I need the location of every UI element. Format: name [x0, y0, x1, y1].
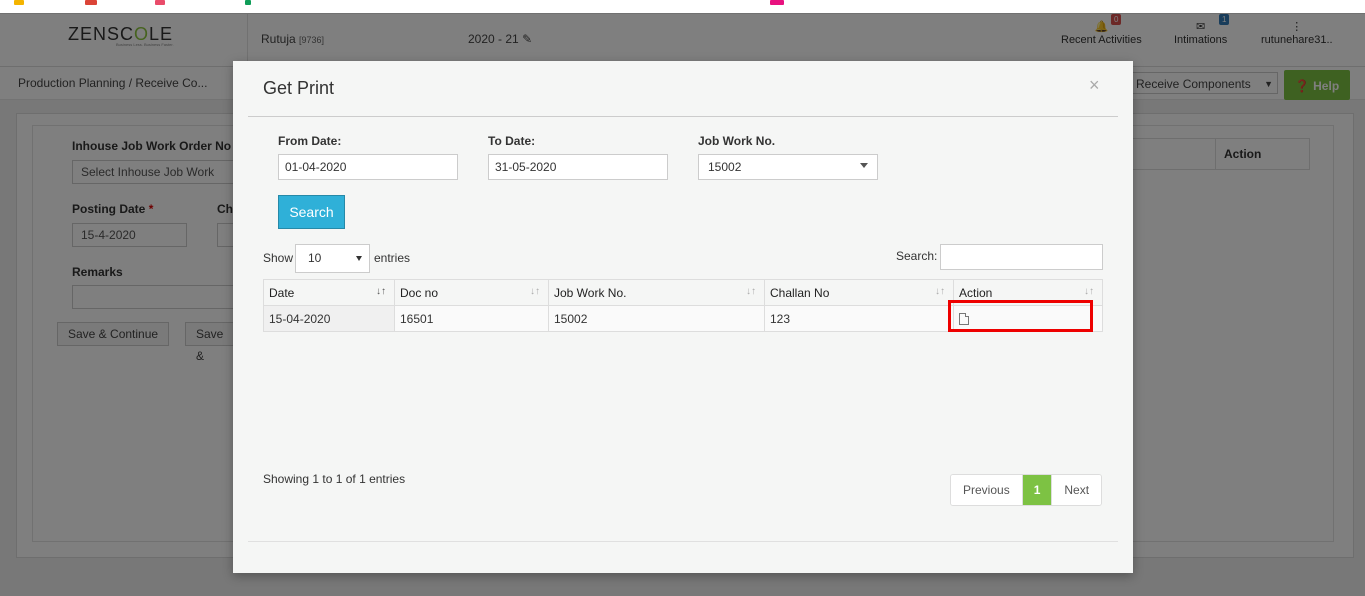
from-date-label: From Date:	[278, 134, 342, 148]
entries-value: 10	[308, 251, 322, 265]
close-icon[interactable]: ×	[1089, 75, 1100, 96]
column-label: Doc no	[400, 285, 439, 300]
cell-challan-no: 123	[764, 305, 954, 332]
entries-select[interactable]: 10	[295, 244, 370, 273]
bookmarks-bar	[0, 0, 1365, 14]
to-date-input[interactable]	[488, 154, 668, 180]
sort-icon: ↓↑	[746, 286, 756, 297]
job-work-value: 15002	[708, 160, 742, 174]
to-date-label: To Date:	[488, 134, 536, 148]
modal-title: Get Print	[263, 78, 335, 98]
sort-icon: ↓↑	[530, 286, 540, 297]
cell-date: 15-04-2020	[263, 305, 395, 332]
from-date-input[interactable]	[278, 154, 458, 180]
table-search-label: Search:	[896, 249, 938, 263]
highlight-box	[948, 300, 1093, 332]
sort-icon: ↓↑	[1084, 286, 1094, 297]
table-info: Showing 1 to 1 of 1 entries	[263, 472, 406, 486]
pagination: Previous 1 Next	[950, 474, 1103, 506]
column-header-doc-no[interactable]: Doc no ↓↑	[394, 279, 549, 306]
cell-doc-no: 16501	[394, 305, 549, 332]
pagination-previous[interactable]: Previous	[951, 475, 1022, 505]
cell-job-work-no: 15002	[548, 305, 765, 332]
table-search-input[interactable]	[940, 244, 1103, 270]
column-label: Date	[269, 285, 295, 300]
entries-label: entries	[374, 251, 411, 265]
sort-asc-icon: ↓↑	[376, 286, 386, 297]
column-header-job-work-no[interactable]: Job Work No. ↓↑	[548, 279, 765, 306]
pagination-next[interactable]: Next	[1051, 475, 1102, 505]
caret-down-icon	[860, 163, 868, 168]
pagination-page-1[interactable]: 1	[1021, 475, 1052, 505]
job-work-select[interactable]: 15002	[698, 154, 878, 180]
column-label: Challan No	[770, 285, 830, 300]
show-label: Show	[263, 251, 294, 265]
modal-header-divider	[248, 116, 1118, 117]
column-label: Action	[959, 285, 993, 300]
job-work-label: Job Work No.	[698, 134, 776, 148]
modal-footer-divider	[248, 541, 1118, 542]
caret-down-icon	[356, 256, 362, 261]
column-header-date[interactable]: Date ↓↑	[263, 279, 395, 306]
sort-icon: ↓↑	[935, 286, 945, 297]
search-button[interactable]: Search	[278, 195, 345, 229]
column-header-challan-no[interactable]: Challan No ↓↑	[764, 279, 954, 306]
get-print-modal: Get Print × From Date: To Date: Job Work…	[233, 61, 1133, 573]
column-label: Job Work No.	[554, 285, 627, 300]
